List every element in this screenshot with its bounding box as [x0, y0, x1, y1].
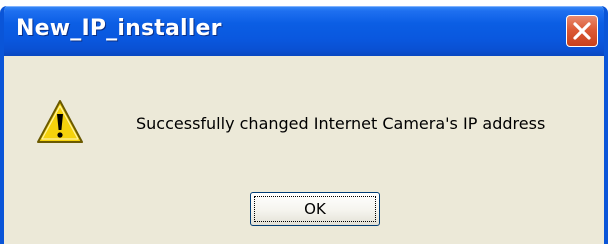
close-button[interactable]	[566, 15, 598, 47]
dialog-title: New_IP_installer	[16, 16, 222, 41]
close-icon	[573, 22, 591, 40]
ok-button-label: OK	[254, 196, 376, 222]
ok-button[interactable]: OK	[250, 192, 380, 226]
warning-icon	[36, 98, 84, 146]
dialog-window: New_IP_installer Successfully changed In…	[0, 6, 608, 244]
dialog-message: Successfully changed Internet Camera's I…	[136, 114, 546, 133]
title-bar[interactable]: New_IP_installer	[4, 6, 604, 56]
